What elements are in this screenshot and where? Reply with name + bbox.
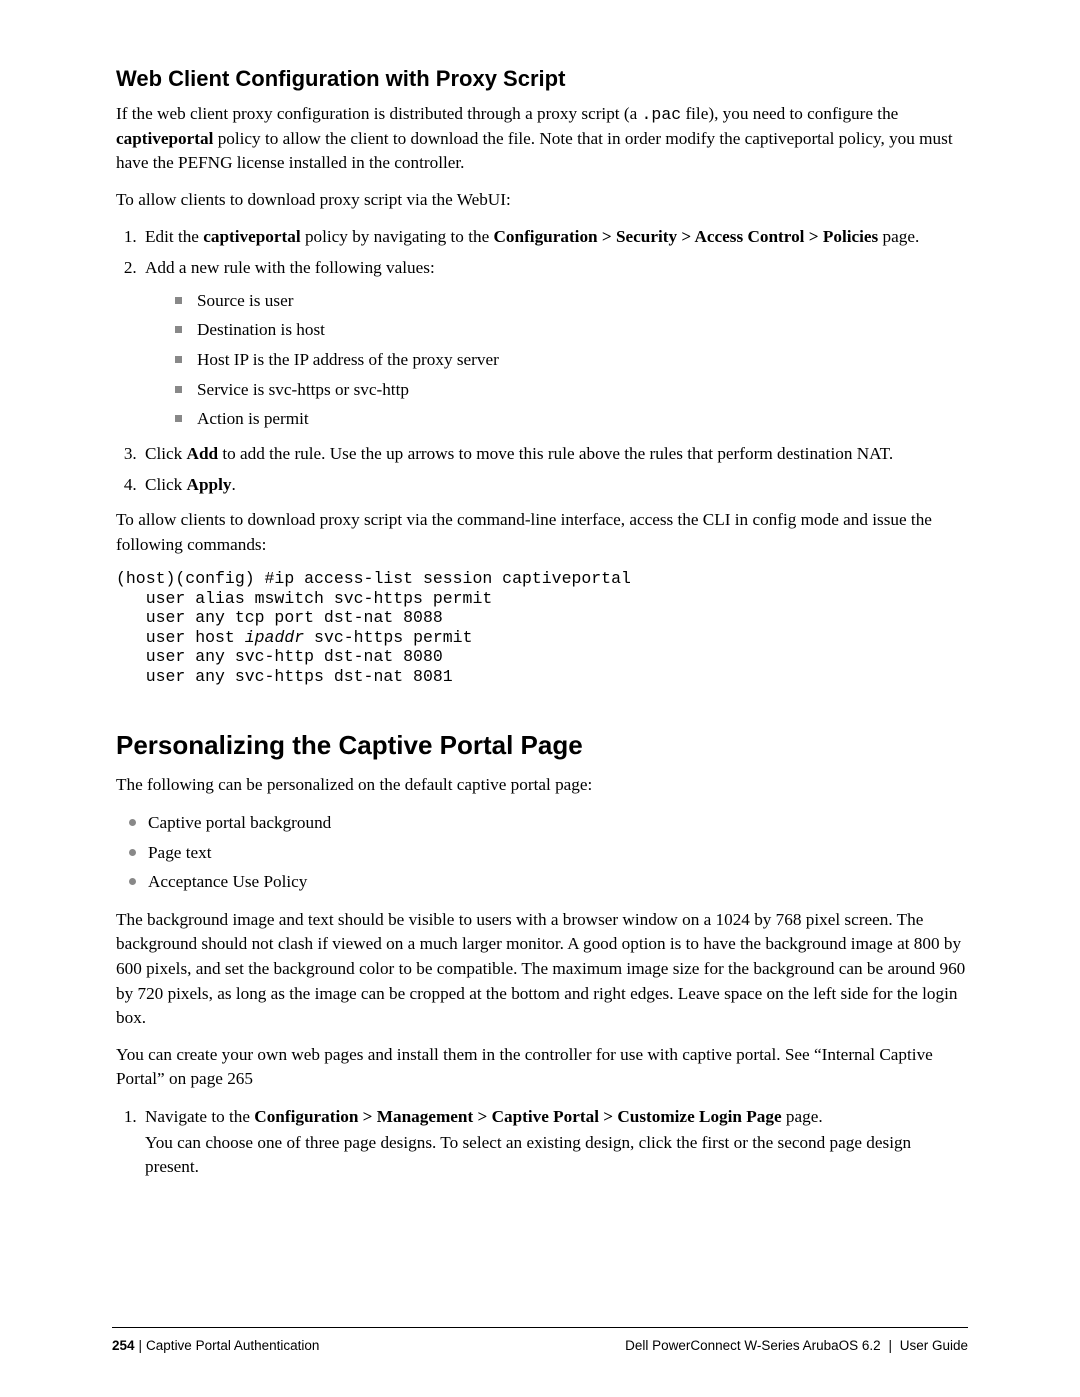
text: Click [145, 475, 187, 494]
text: Add a new rule with the following values… [145, 258, 435, 277]
document-page: Web Client Configuration with Proxy Scri… [0, 0, 1080, 1397]
list-item: Service is svc-https or svc-http [175, 377, 968, 404]
code-line: user any tcp port dst-nat 8088 [116, 608, 443, 627]
code-inline: .pac [642, 105, 682, 124]
code-block: (host)(config) #ip access-list session c… [116, 569, 968, 686]
sub-paragraph: You can choose one of three page designs… [145, 1131, 968, 1180]
list-item: Host IP is the IP address of the proxy s… [175, 347, 968, 374]
footer-row: 254|Captive Portal Authentication Dell P… [112, 1338, 968, 1353]
section-heading-personalizing: Personalizing the Captive Portal Page [116, 730, 968, 761]
list-item: Acceptance Use Policy [126, 869, 968, 896]
text: page. [782, 1107, 823, 1126]
bullet-list: Captive portal background Page text Acce… [116, 810, 968, 896]
list-item: Click Apply. [141, 472, 968, 499]
paragraph: The following can be personalized on the… [116, 773, 968, 798]
section-heading-proxy: Web Client Configuration with Proxy Scri… [116, 66, 968, 92]
text: to add the rule. Use the up arrows to mo… [218, 444, 893, 463]
paragraph: To allow clients to download proxy scrip… [116, 188, 968, 213]
code-line: user any svc-http dst-nat 8080 [116, 647, 443, 666]
text: . [231, 475, 235, 494]
code-line: user host ipaddr svc-https permit [116, 628, 472, 647]
code-line: (host)(config) #ip access-list session c… [116, 569, 631, 588]
product-name: Dell PowerConnect W-Series ArubaOS 6.2 [625, 1338, 881, 1353]
bold-text: Configuration > Security > Access Contro… [494, 227, 879, 246]
text: policy to allow the client to download t… [116, 129, 953, 173]
text: policy by navigating to the [301, 227, 494, 246]
paragraph: You can create your own web pages and in… [116, 1043, 968, 1092]
ordered-list: Navigate to the Configuration > Manageme… [116, 1104, 968, 1180]
sub-list: Source is user Destination is host Host … [145, 288, 968, 433]
bold-text: Configuration > Management > Captive Por… [254, 1107, 781, 1126]
list-item: Navigate to the Configuration > Manageme… [141, 1104, 968, 1180]
text: Click [145, 444, 187, 463]
text: page. [878, 227, 919, 246]
list-item: Source is user [175, 288, 968, 315]
footer-rule [112, 1327, 968, 1328]
code-line: user alias mswitch svc-https permit [116, 589, 492, 608]
text: file), you need to configure the [681, 104, 898, 123]
paragraph: To allow clients to download proxy scrip… [116, 508, 968, 557]
footer-left: 254 |Captive Portal Authentication [112, 1338, 319, 1353]
list-item: Captive portal background [126, 810, 968, 837]
paragraph: If the web client proxy configuration is… [116, 102, 968, 176]
bold-text: captiveportal [203, 227, 300, 246]
text: If the web client proxy configuration is… [116, 104, 642, 123]
list-item: Destination is host [175, 317, 968, 344]
list-item: Click Add to add the rule. Use the up ar… [141, 441, 968, 468]
bold-text: Apply [187, 475, 232, 494]
footer-right: Dell PowerConnect W-Series ArubaOS 6.2 |… [625, 1338, 968, 1353]
paragraph: The background image and text should be … [116, 908, 968, 1031]
page-number: 254 [112, 1338, 135, 1353]
bold-text: captiveportal [116, 129, 213, 148]
divider: | [139, 1338, 143, 1353]
list-item: Page text [126, 840, 968, 867]
chapter-title: Captive Portal Authentication [146, 1338, 319, 1353]
code-line: user any svc-https dst-nat 8081 [116, 667, 453, 686]
list-item: Action is permit [175, 406, 968, 433]
bold-text: Add [187, 444, 219, 463]
divider: | [885, 1338, 896, 1353]
page-footer: 254|Captive Portal Authentication Dell P… [112, 1327, 968, 1353]
list-item: Add a new rule with the following values… [141, 255, 968, 433]
text: Edit the [145, 227, 203, 246]
text: Navigate to the [145, 1107, 254, 1126]
ordered-list: Edit the captiveportal policy by navigat… [116, 224, 968, 498]
doc-type: User Guide [900, 1338, 968, 1353]
list-item: Edit the captiveportal policy by navigat… [141, 224, 968, 251]
